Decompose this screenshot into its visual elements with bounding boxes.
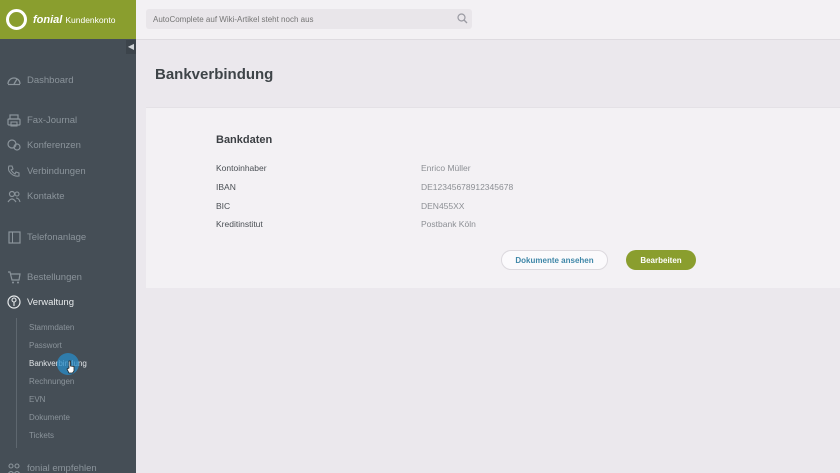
sidebar-item-label: Konferenzen	[27, 139, 81, 151]
sidebar-item-label: Fax-Journal	[27, 114, 78, 126]
submenu-item-rechnungen[interactable]: Rechnungen	[29, 376, 74, 388]
verwaltung-submenu: Stammdaten Passwort Bankverbindung Rechn…	[16, 318, 136, 448]
sidebar-item-bestellungen[interactable]: Bestellungen	[0, 267, 136, 287]
value-kreditinstitut: Postbank Köln	[421, 219, 476, 229]
sidebar-item-label: Verwaltung	[27, 296, 75, 308]
sidebar-item-label: Dashboard	[27, 74, 74, 86]
building-icon	[7, 230, 21, 244]
sidebar-item-label: Kontakte	[27, 190, 65, 202]
logo[interactable]: fonial Kundenkonto	[0, 0, 136, 39]
label-kreditinstitut: Kreditinstitut	[216, 219, 263, 229]
bankdaten-card: Bankdaten Kontoinhaber Enrico Müller IBA…	[146, 107, 840, 288]
sidebar-item-label: Bestellungen	[27, 271, 82, 283]
hand-cursor-icon	[66, 360, 75, 374]
fax-icon	[7, 113, 21, 127]
cart-icon	[7, 270, 21, 284]
sidebar-item-telefonanlage[interactable]: Telefonanlage	[0, 227, 136, 247]
value-kontoinhaber: Enrico Müller	[421, 163, 471, 173]
submenu-item-evn[interactable]: EVN	[29, 394, 45, 406]
search-icon[interactable]	[457, 13, 468, 24]
submenu-item-stammdaten[interactable]: Stammdaten	[29, 322, 74, 334]
top-bar	[136, 0, 840, 40]
page-title: Bankverbindung	[155, 66, 274, 83]
fonial-logo-icon	[6, 9, 27, 30]
sidebar-item-label: Verbindungen	[27, 165, 86, 177]
conference-icon	[7, 138, 21, 152]
sidebar-item-fax-journal[interactable]: Fax-Journal	[0, 110, 136, 130]
sidebar-item-verbindungen[interactable]: Verbindungen	[0, 161, 136, 181]
collapse-sidebar-icon[interactable]: ◀	[126, 40, 136, 54]
view-documents-button[interactable]: Dokumente ansehen	[501, 250, 608, 270]
sidebar-item-label: Telefonanlage	[27, 231, 87, 243]
admin-icon	[7, 295, 21, 309]
value-bic: DEN455XX	[421, 201, 465, 211]
submenu-item-dokumente[interactable]: Dokumente	[29, 412, 70, 424]
edit-button[interactable]: Bearbeiten	[626, 250, 696, 270]
contacts-icon	[7, 189, 21, 203]
search-input[interactable]	[146, 9, 472, 29]
dashboard-icon	[7, 73, 21, 87]
sidebar-item-konferenzen[interactable]: Konferenzen	[0, 135, 136, 155]
label-kontoinhaber: Kontoinhaber	[216, 163, 267, 173]
submenu-item-passwort[interactable]: Passwort	[29, 340, 62, 352]
label-iban: IBAN	[216, 182, 236, 192]
recommend-icon	[7, 461, 21, 473]
phone-icon	[7, 164, 21, 178]
sidebar-item-dashboard[interactable]: Dashboard	[0, 70, 136, 90]
sidebar: fonial Kundenkonto ◀ Dashboard Fax-Journ…	[0, 0, 136, 473]
sidebar-item-kontakte[interactable]: Kontakte	[0, 186, 136, 206]
brand-subtitle: Kundenkonto	[65, 14, 116, 25]
sidebar-item-fonial-empfehlen[interactable]: fonial empfehlen	[0, 458, 136, 473]
value-iban: DE12345678912345678	[421, 182, 514, 192]
sidebar-item-verwaltung[interactable]: Verwaltung	[0, 292, 136, 312]
brand-name: fonial	[33, 13, 63, 26]
sidebar-item-label: fonial empfehlen	[27, 462, 97, 473]
card-title: Bankdaten	[216, 134, 273, 146]
label-bic: BIC	[216, 201, 231, 211]
submenu-item-tickets[interactable]: Tickets	[29, 430, 54, 442]
